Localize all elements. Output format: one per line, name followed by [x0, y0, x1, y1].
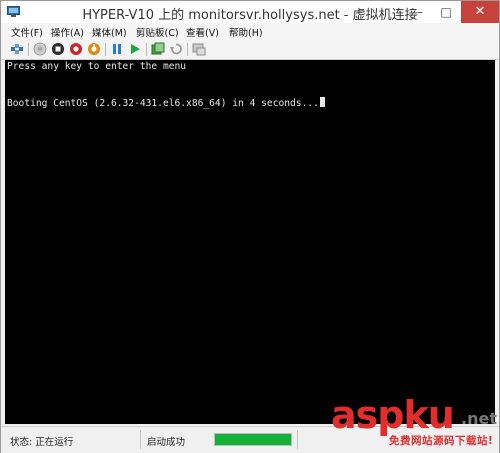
console-line: Press any key to enter the menu: [7, 61, 187, 72]
status-separator: [140, 430, 141, 449]
toolbar: [1, 40, 499, 60]
enhanced-session-icon[interactable]: [192, 42, 206, 56]
progress-fill: [215, 434, 291, 445]
menu-clipboard[interactable]: 剪贴板(C): [136, 25, 179, 39]
menu-bar: 文件(F) 操作(A) 媒体(M) 剪贴板(C) 查看(V) 帮助(H): [1, 23, 499, 40]
title-bar[interactable]: HYPER-V10 上的 monitorsvr.hollysys.net - 虚…: [1, 1, 499, 23]
toolbar-separator: [28, 43, 29, 56]
pause-icon[interactable]: [110, 42, 124, 56]
status-message: 启动成功: [147, 437, 186, 448]
text-cursor: [319, 97, 325, 107]
toolbar-separator: [105, 43, 106, 56]
watermark-logo: aspku: [331, 393, 455, 437]
console-line-text: Booting CentOS (2.6.32-431.el6.x86_64) i…: [7, 98, 319, 109]
status-separator: [297, 430, 298, 449]
start-icon[interactable]: [33, 42, 47, 56]
toolbar-separator: [187, 43, 188, 56]
menu-view[interactable]: 查看(V): [186, 25, 219, 39]
save-icon[interactable]: [87, 42, 101, 56]
vm-connection-window: HYPER-V10 上的 monitorsvr.hollysys.net - 虚…: [0, 0, 500, 453]
toolbar-separator: [146, 43, 147, 56]
vm-console-screen[interactable]: Press any key to enter the menu Booting …: [5, 60, 495, 424]
watermark-tagline: 免费网站源码下载站!: [389, 435, 494, 447]
vm-state-text: 状态: 正在运行: [10, 437, 74, 448]
menu-help[interactable]: 帮助(H): [229, 25, 263, 39]
maximize-button[interactable]: □: [433, 1, 459, 23]
ctrl-alt-del-icon[interactable]: [10, 42, 24, 56]
menu-file[interactable]: 文件(F): [11, 25, 43, 39]
minimize-button[interactable]: –: [407, 1, 433, 23]
aspku-watermark: aspku .net 免费网站源码下载站!: [331, 393, 499, 451]
close-button[interactable]: ✕: [461, 1, 499, 23]
shut-down-icon[interactable]: [69, 42, 83, 56]
revert-icon[interactable]: [169, 42, 183, 56]
turn-off-icon[interactable]: [51, 42, 65, 56]
progress-bar: [214, 433, 292, 446]
menu-media[interactable]: 媒体(M): [92, 25, 127, 39]
resume-icon[interactable]: [128, 42, 142, 56]
menu-action[interactable]: 操作(A): [51, 25, 84, 39]
console-line-booting: Booting CentOS (2.6.32-431.el6.x86_64) i…: [7, 97, 325, 109]
watermark-domain: .net: [461, 409, 497, 428]
snapshot-icon[interactable]: [151, 42, 165, 56]
